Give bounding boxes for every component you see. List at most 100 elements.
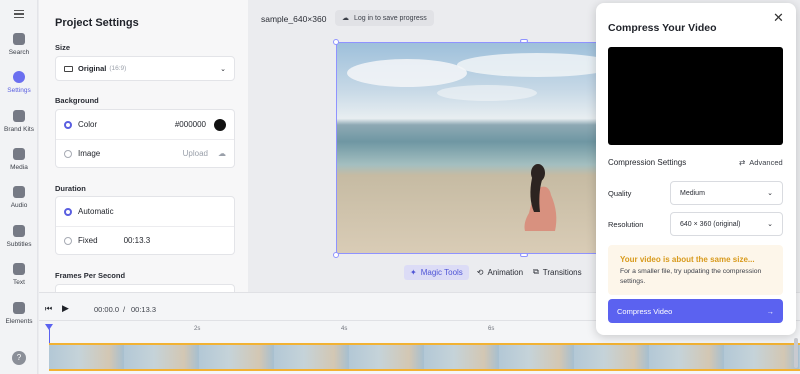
transitions-button[interactable]: ⧉ Transitions (533, 267, 582, 277)
transitions-icon: ⧉ (533, 267, 539, 276)
media-plus-icon (13, 148, 25, 160)
resize-handle[interactable] (520, 39, 528, 43)
animation-label: Animation (487, 267, 524, 277)
rail-label: Elements (5, 318, 33, 325)
advanced-button[interactable]: ⇄ Advanced (739, 158, 783, 167)
login-label: Log in to save progress (354, 14, 427, 22)
upload-cloud-icon[interactable]: ☁ (218, 149, 226, 158)
background-color-option[interactable]: Color #000000 (56, 110, 234, 139)
rail-item-text[interactable]: Text (0, 263, 38, 286)
cloud-off-icon: ☁ (342, 15, 349, 22)
quality-select[interactable]: Medium ⌄ (670, 181, 783, 205)
rail-label: Audio (10, 202, 28, 209)
fps-label: Frames Per Second (55, 271, 126, 280)
radio-unselected[interactable] (64, 149, 72, 158)
duration-automatic-option[interactable]: Automatic (56, 197, 234, 226)
modal-title: Compress Your Video (608, 22, 717, 34)
resolution-label: Resolution (608, 220, 644, 229)
login-to-save-button[interactable]: ☁ Log in to save progress (335, 10, 434, 26)
automatic-label: Automatic (78, 207, 114, 216)
panel-title: Project Settings (55, 17, 139, 29)
duration-card: Automatic Fixed 00:13.3 (55, 196, 235, 255)
color-swatch-icon[interactable] (214, 118, 226, 131)
upload-link[interactable]: Upload (183, 149, 208, 158)
rail-label: Settings (7, 87, 31, 94)
rail-label: Search (8, 49, 30, 56)
magic-tools-button[interactable]: ✦ Magic Tools (404, 264, 469, 280)
rail-item-elements[interactable]: Elements (0, 302, 38, 325)
chevron-down-icon: ⌄ (767, 221, 773, 228)
video-clip-track[interactable] (49, 343, 800, 371)
radio-unselected[interactable] (64, 236, 72, 245)
fixed-duration-value[interactable]: 00:13.3 (124, 236, 151, 245)
size-notice: Your video is about the same size... For… (608, 245, 783, 295)
swap-arrows-icon: ⇄ (739, 158, 746, 167)
rail-item-brand-kits[interactable]: Brand Kits (0, 110, 38, 133)
tick-label: 6s (488, 326, 495, 332)
radio-selected[interactable] (64, 120, 72, 129)
quality-value: Medium (680, 189, 705, 197)
size-value: Original (78, 64, 107, 73)
rail-item-subtitles[interactable]: Subtitles (0, 225, 38, 248)
brand-kits-icon (13, 110, 25, 122)
help-question-icon[interactable]: ? (12, 351, 26, 365)
play-icon[interactable]: ▶ (62, 303, 69, 314)
transitions-label: Transitions (542, 267, 582, 277)
total-time: 00:13.3 (131, 305, 157, 314)
quality-label: Quality (608, 189, 632, 198)
current-time: 00:00.0 (94, 305, 120, 314)
color-hex-value: #000000 (174, 120, 206, 129)
arrow-right-icon: → (766, 306, 775, 316)
resolution-select[interactable]: 640 × 360 (original) ⌄ (670, 212, 783, 236)
notice-title: Your video is about the same size... (620, 255, 755, 264)
tick-label: 2s (194, 326, 201, 332)
rail-label: Subtitles (6, 241, 32, 248)
resize-handle[interactable] (333, 39, 339, 45)
color-option-label: Color (78, 120, 98, 129)
compress-video-label: Compress Video (617, 306, 673, 316)
image-option-label: Image (78, 149, 101, 158)
background-card: Color #000000 Image Upload ☁ (55, 109, 235, 168)
advanced-label: Advanced (749, 158, 783, 167)
radio-selected[interactable] (64, 207, 72, 216)
resolution-value: 640 × 360 (original) (680, 220, 741, 228)
rail-label: Media (10, 164, 28, 171)
magic-wand-icon: ✦ (410, 267, 417, 277)
resize-handle[interactable] (520, 253, 528, 257)
rail-item-media[interactable]: Media (0, 148, 38, 171)
size-label: Size (55, 43, 71, 52)
time-separator: / (123, 305, 126, 314)
magic-tools-label: Magic Tools (420, 267, 463, 277)
compress-video-button[interactable]: Compress Video → (608, 299, 783, 323)
file-name[interactable]: sample_640×360 (261, 14, 326, 24)
rail-label: Text (13, 279, 25, 286)
elements-icon (13, 302, 25, 314)
rail-item-audio[interactable]: Audio (0, 186, 38, 209)
chevron-down-icon: ⌄ (220, 65, 226, 73)
fixed-label: Fixed (78, 236, 98, 245)
canvas-toolbar: ✦ Magic Tools ⟲ Animation ⧉ Transitions (404, 263, 582, 281)
background-image-option[interactable]: Image Upload ☁ (56, 139, 234, 168)
music-note-icon (13, 186, 25, 198)
hamburger-icon[interactable] (14, 10, 24, 18)
rewind-icon[interactable]: ⏮ (45, 304, 52, 314)
chevron-down-icon: ⌄ (767, 190, 773, 197)
left-rail: Search Settings Brand Kits Media Audio S… (0, 0, 38, 374)
text-t-icon (13, 263, 25, 275)
close-icon[interactable]: ✕ (773, 10, 784, 26)
animation-icon: ⟲ (476, 267, 484, 277)
resize-handle[interactable] (333, 252, 339, 258)
notice-body: For a smaller file, try updating the com… (620, 268, 762, 285)
timeline-scrollbar[interactable] (794, 338, 798, 368)
size-hint: (16:9) (109, 65, 127, 72)
duration-fixed-option[interactable]: Fixed 00:13.3 (56, 226, 234, 255)
size-select[interactable]: Original (16:9) ⌄ (55, 56, 235, 81)
rail-label: Brand Kits (4, 126, 34, 133)
subtitles-icon (13, 225, 25, 237)
duration-label: Duration (55, 184, 86, 193)
animation-button[interactable]: ⟲ Animation (477, 268, 523, 277)
rail-item-settings[interactable]: Settings (0, 71, 38, 94)
compression-settings-heading: Compression Settings (608, 158, 687, 167)
rail-item-search[interactable]: Search (0, 33, 38, 56)
settings-icon (13, 71, 25, 83)
